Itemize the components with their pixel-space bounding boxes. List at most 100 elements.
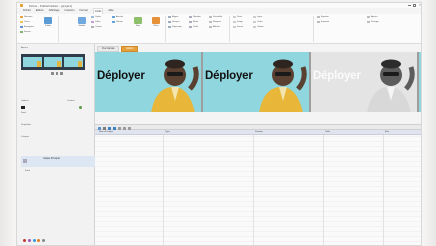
character-illustration: [151, 59, 199, 112]
ribbon-big-button-style[interactable]: Style: [131, 17, 145, 31]
banner-card[interactable]: Déployer: [419, 52, 422, 112]
order-icon: [189, 26, 192, 29]
window-title: Pictus - Publish Editor - [projet1]: [29, 3, 72, 8]
panel-header-apercu: Aperçu: [21, 47, 28, 49]
color-swatch[interactable]: [21, 106, 25, 109]
ribbon-button-exporter[interactable]: Exporter: [317, 16, 329, 19]
banner-text: Déployer: [205, 70, 253, 82]
ribbon-button-nouveau[interactable]: Nouveau: [20, 16, 32, 19]
layer-icon: [253, 26, 256, 29]
ribbon-button-copier[interactable]: Copier: [91, 16, 101, 19]
next-icon[interactable]: [60, 72, 63, 75]
ungroup-icon: [168, 26, 171, 29]
column-header-name[interactable]: Nom de l'objet: [99, 131, 113, 133]
template-icon: [78, 17, 86, 24]
ribbon-button-grouper[interactable]: Grouper: [168, 21, 180, 24]
banner-card-grayscale[interactable]: Déployer: [311, 52, 417, 112]
ribbon-button-calque[interactable]: Calque: [253, 26, 264, 29]
ribbon-button-coller[interactable]: Coller: [91, 21, 100, 24]
ribbon-button-ouvrir[interactable]: Ouvrir: [20, 21, 30, 24]
ribbon-big-button-modele[interactable]: Modèle: [75, 17, 89, 31]
ribbon-button-rotation[interactable]: Rotation: [189, 16, 201, 19]
ribbon-button-texte[interactable]: Texte: [233, 16, 242, 19]
prev-icon[interactable]: [51, 72, 54, 75]
settings-icon[interactable]: [42, 239, 46, 242]
share-icon: [367, 21, 370, 24]
show-icon: [209, 26, 212, 29]
layer-name: Calque Principal: [43, 158, 60, 160]
column-divider: [163, 135, 164, 245]
panel-bottom-toolbar: [23, 239, 46, 242]
ribbon-button-ordre[interactable]: Ordre: [189, 26, 198, 29]
ribbon-button-aligner[interactable]: Aligner: [168, 16, 178, 19]
slide-thumbnail[interactable]: [43, 57, 63, 67]
banner-card[interactable]: Déployer: [95, 52, 201, 112]
column-divider: [253, 135, 254, 245]
ribbon-big-button-effets[interactable]: Effets: [149, 17, 163, 31]
ribbon-button-forme[interactable]: Forme: [233, 26, 243, 29]
save-icon: [20, 26, 23, 29]
column-header-size[interactable]: Taille: [325, 131, 330, 133]
ribbon-big-button-publier[interactable]: Publier: [41, 17, 55, 31]
ribbon-button-afficher[interactable]: Afficher: [209, 26, 220, 29]
slide-thumbnail[interactable]: [64, 57, 84, 67]
ribbon-button-ligne[interactable]: Ligne: [253, 16, 262, 19]
ribbon-button-fermer[interactable]: Fermer: [20, 31, 31, 34]
thumbnail-strip[interactable]: [21, 54, 85, 70]
column-header-state[interactable]: Etat: [385, 131, 389, 133]
banner-card[interactable]: Déployer: [203, 52, 309, 112]
group-icon: [168, 21, 171, 24]
slide-thumbnail[interactable]: [23, 57, 42, 67]
properties-label: Propriétés: [21, 124, 31, 126]
color-label: Couleur: [67, 100, 75, 102]
ribbon-button-image[interactable]: Image: [233, 21, 243, 24]
hide-icon: [209, 21, 212, 24]
ribbon-button-verrouiller[interactable]: Verrouiller: [209, 16, 222, 19]
undo-icon: [112, 16, 115, 19]
maximize-icon[interactable]: [413, 4, 416, 7]
align-icon: [168, 16, 171, 19]
move-icon[interactable]: [37, 239, 41, 242]
ribbon-button-miroir[interactable]: Miroir: [189, 21, 198, 24]
ribbon-button-apercu[interactable]: Aperçu: [367, 16, 378, 19]
line-icon: [253, 16, 256, 19]
character-illustration: [367, 59, 415, 112]
play-icon[interactable]: [55, 72, 59, 75]
ribbon-button-enregistrer[interactable]: Enregistrer: [20, 26, 34, 29]
ribbon-button-masquer[interactable]: Masquer: [209, 21, 221, 24]
column-header-position[interactable]: Position: [255, 131, 263, 133]
layer-row-selected[interactable]: Calque Principal: [21, 156, 95, 167]
ribbon-button-imprimer[interactable]: Imprimer: [317, 21, 329, 24]
image-icon: [233, 21, 236, 24]
frame-icon: [253, 21, 256, 24]
export-icon: [317, 16, 320, 19]
ribbon-button-degrouper[interactable]: Dégrouper: [168, 26, 182, 29]
minimize-icon[interactable]: [408, 5, 411, 6]
app-logo-icon: [20, 4, 23, 7]
table-body[interactable]: [95, 135, 421, 245]
app-window: Pictus - Publish Editor - [projet1] × Fi…: [16, 2, 422, 246]
column-divider: [323, 135, 324, 245]
banner-text: Déployer: [421, 70, 422, 82]
ribbon-button-partager[interactable]: Partager: [367, 21, 379, 24]
banner-text: Déployer: [97, 70, 145, 82]
ribbon-button-refaire[interactable]: Refaire: [112, 21, 123, 24]
copy-icon[interactable]: [32, 239, 36, 242]
column-header-type[interactable]: Type: [165, 131, 170, 133]
ribbon-button-couper[interactable]: Couper: [91, 26, 102, 29]
column-divider: [383, 135, 384, 245]
close-icon[interactable]: ×: [419, 3, 421, 7]
style-icon[interactable]: [27, 239, 31, 242]
layer-icon: [23, 159, 27, 163]
ribbon-toolbar: Nouveau Ouvrir Enregistrer Fermer Publie…: [17, 14, 421, 44]
delete-icon[interactable]: [23, 239, 26, 242]
close-doc-icon: [20, 31, 23, 34]
open-icon: [20, 21, 23, 24]
refresh-icon[interactable]: [79, 106, 82, 109]
ribbon-button-annuler[interactable]: Annuler: [112, 16, 123, 19]
text-icon: [233, 16, 236, 19]
ribbon-button-cadre[interactable]: Cadre: [253, 21, 263, 24]
canvas-preview[interactable]: Déployer Déployer Déployer: [95, 52, 422, 112]
layer-row[interactable]: Fond: [25, 170, 30, 172]
publish-icon: [44, 17, 52, 24]
